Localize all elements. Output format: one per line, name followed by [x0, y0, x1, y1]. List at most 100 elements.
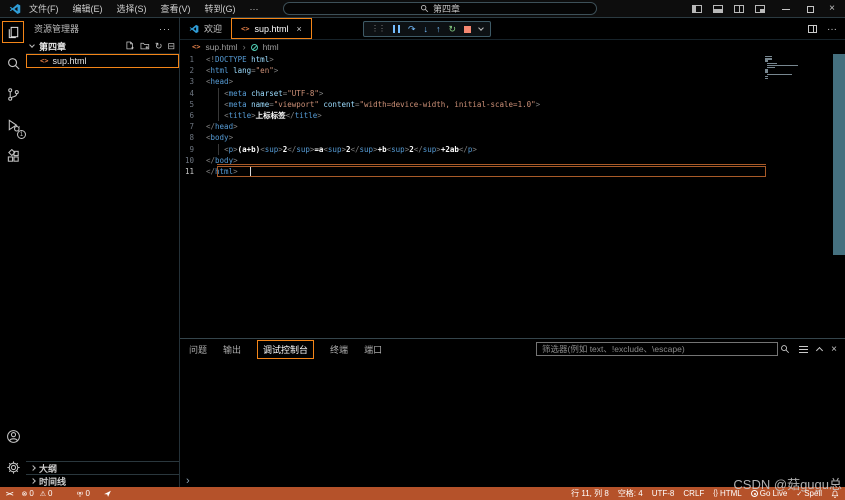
run-debug-icon[interactable]: 1 — [2, 114, 24, 136]
go-live-button[interactable]: Go Live — [751, 489, 788, 498]
command-center-search[interactable]: 第四章 — [283, 2, 597, 15]
debug-console-filter-input[interactable] — [536, 342, 778, 356]
breadcrumb: <> sup.html › html — [180, 40, 845, 54]
status-bar: >< ⊗ 0 ⚠ 0 0 行 11, 列 8 空格: 4 UTF-8 CRLF … — [0, 487, 845, 500]
menu-item-4[interactable]: 转到(G) — [205, 2, 236, 15]
menu-item-1[interactable]: 编辑(E) — [73, 2, 103, 15]
tab-sup-html[interactable]: <> sup.html × — [231, 18, 312, 39]
remote-indicator[interactable]: >< — [6, 490, 12, 498]
customize-layout-icon[interactable] — [755, 5, 765, 13]
code-line-3[interactable]: 3<head> — [180, 76, 845, 87]
source-control-icon[interactable] — [2, 83, 24, 105]
panel-tab-1[interactable]: 输出 — [223, 343, 241, 356]
line-number: 7 — [180, 121, 206, 132]
explorer-icon[interactable] — [2, 21, 24, 43]
maximize-panel-icon[interactable] — [816, 347, 823, 354]
menu-item-3[interactable]: 查看(V) — [161, 2, 191, 15]
panel-tab-0[interactable]: 问题 — [189, 343, 207, 356]
minimap-line — [765, 58, 772, 59]
cursor-position[interactable]: 行 11, 列 8 — [571, 488, 609, 499]
search-sidebar-icon[interactable] — [2, 52, 24, 74]
collapse-all-icon[interactable]: ⊟ — [167, 41, 175, 52]
spell-checker[interactable]: ✓ Spell — [796, 489, 822, 498]
debug-step-over-icon[interactable]: ↷ — [408, 22, 416, 36]
toggle-sidebar-icon[interactable] — [692, 5, 702, 13]
indentation[interactable]: 空格: 4 — [618, 488, 643, 499]
menu-item-0[interactable]: 文件(F) — [29, 2, 59, 15]
sidebar-more-actions-icon[interactable]: ··· — [159, 24, 171, 34]
minimize-button[interactable] — [782, 9, 790, 10]
code-line-9[interactable]: 9 <p>(a+b)<sup>2</sup>=a<sup>2</sup>+b<s… — [180, 144, 845, 155]
bell-icon — [831, 490, 839, 498]
error-count: 0 — [29, 489, 33, 498]
debug-console-output — [180, 359, 845, 474]
code-editor[interactable]: 1<!DOCTYPE html>2<html lang="en">3<head>… — [180, 54, 845, 338]
tab-close-icon[interactable]: × — [296, 24, 301, 34]
tab-welcome[interactable]: 欢迎 — [180, 18, 231, 39]
debug-step-into-icon[interactable]: ↓ — [424, 22, 429, 36]
debug-step-out-icon[interactable]: ↑ — [436, 22, 441, 36]
problems-indicator[interactable]: ⊗ 0 ⚠ 0 — [21, 489, 52, 498]
breadcrumb-symbol[interactable]: html — [263, 42, 279, 52]
search-value: 第四章 — [433, 2, 460, 15]
toggle-panel-icon[interactable] — [713, 5, 723, 13]
drag-handle-icon[interactable]: ⋮⋮ — [371, 22, 385, 36]
debug-stop-icon[interactable] — [464, 26, 471, 33]
vscode-logo-icon — [8, 3, 22, 15]
code-line-2[interactable]: 2<html lang="en"> — [180, 65, 845, 76]
account-icon[interactable] — [2, 425, 24, 447]
refresh-icon[interactable]: ↻ — [155, 41, 163, 52]
debug-pause-icon[interactable] — [393, 25, 400, 33]
braces-icon: {} — [713, 490, 718, 497]
panel-tab-2[interactable]: 调试控制台 — [257, 340, 314, 359]
notifications-bell[interactable] — [831, 490, 839, 498]
file-item-sup-html[interactable]: <> sup.html — [26, 54, 179, 68]
tab-label: 欢迎 — [204, 22, 222, 35]
code-line-5[interactable]: 5 <meta name="viewport" content="width=d… — [180, 99, 845, 110]
menu-item-5[interactable]: ··· — [250, 4, 259, 14]
line-number: 10 — [180, 155, 206, 166]
split-editor-icon[interactable] — [808, 25, 817, 33]
filter-search-icon[interactable] — [780, 344, 790, 354]
new-folder-icon[interactable] — [140, 41, 150, 51]
minimap-line — [765, 69, 768, 70]
breadcrumb-file[interactable]: sup.html — [205, 42, 237, 52]
encoding[interactable]: UTF-8 — [652, 489, 675, 498]
close-button[interactable]: × — [829, 0, 835, 18]
editor-more-actions-icon[interactable]: ··· — [827, 24, 837, 35]
debug-restart-icon[interactable]: ↻ — [449, 22, 457, 36]
chevron-down-icon[interactable] — [478, 25, 484, 31]
vertical-scrollbar[interactable] — [833, 54, 845, 255]
clear-console-icon[interactable] — [799, 346, 808, 353]
toggle-secondary-sidebar-icon[interactable] — [734, 5, 744, 13]
panel-tab-4[interactable]: 端口 — [364, 343, 382, 356]
broadcast-icon — [751, 490, 758, 497]
outline-section[interactable]: 大纲 — [26, 461, 179, 474]
folder-section-header[interactable]: 第四章 ↻ ⊟ — [26, 39, 179, 54]
warning-count: 0 — [48, 489, 52, 498]
code-line-1[interactable]: 1<!DOCTYPE html> — [180, 54, 845, 65]
warning-icon: ⚠ — [40, 490, 46, 498]
new-file-icon[interactable] — [125, 41, 135, 51]
code-line-6[interactable]: 6 <title>上标标签</title> — [180, 110, 845, 121]
restore-button[interactable] — [807, 6, 814, 13]
minimap-line — [767, 67, 776, 68]
ports-indicator[interactable]: 0 — [76, 489, 90, 498]
bottom-panel: 问题 输出 调试控制台 终端 端口 × › — [180, 338, 845, 487]
minimap-line — [765, 71, 768, 72]
feedback-indicator[interactable] — [103, 489, 112, 498]
close-panel-icon[interactable]: × — [831, 344, 837, 355]
extensions-icon[interactable] — [2, 145, 24, 167]
code-line-4[interactable]: 4 <meta charset="UTF-8"> — [180, 88, 845, 99]
debug-console-input[interactable]: › — [180, 474, 845, 487]
menu-item-2[interactable]: 选择(S) — [117, 2, 147, 15]
html-file-icon: <> — [192, 43, 200, 51]
code-line-8[interactable]: 8<body> — [180, 132, 845, 143]
timeline-section[interactable]: 时间线 — [26, 474, 179, 487]
eol-sequence[interactable]: CRLF — [683, 489, 704, 498]
code-line-7[interactable]: 7</head> — [180, 121, 845, 132]
settings-gear-icon[interactable] — [2, 456, 24, 478]
panel-tab-3[interactable]: 终端 — [330, 343, 348, 356]
text-cursor — [250, 167, 251, 176]
language-mode[interactable]: {} HTML — [713, 489, 741, 498]
